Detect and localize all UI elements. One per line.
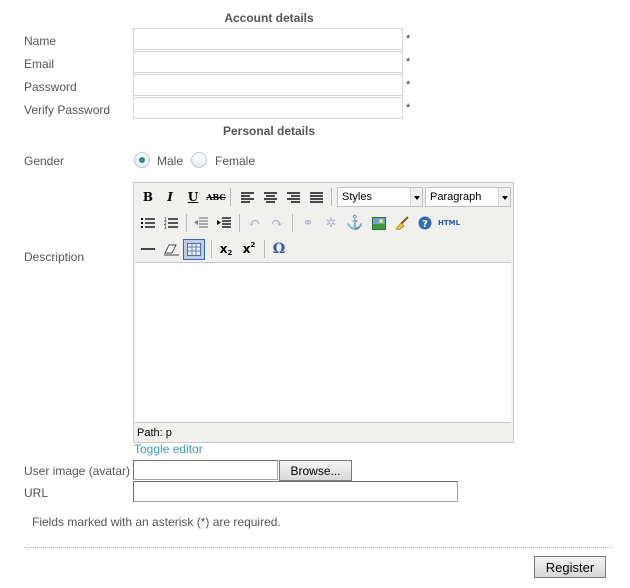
avatar-file-input[interactable]	[133, 460, 278, 480]
unlink-icon[interactable]: ✲	[321, 213, 341, 233]
url-input[interactable]	[133, 481, 458, 502]
verify-password-input[interactable]	[133, 97, 403, 119]
svg-text:?: ?	[422, 219, 428, 230]
align-center-icon[interactable]	[260, 187, 280, 207]
password-input[interactable]	[133, 74, 403, 96]
toolbar-separator	[186, 214, 187, 232]
name-required-marker: *	[406, 33, 411, 45]
email-required-marker: *	[406, 56, 411, 68]
personal-details-heading: Personal details	[222, 124, 316, 138]
required-fields-note: Fields marked with an asterisk (*) are r…	[32, 515, 281, 529]
undo-icon[interactable]: ↶	[244, 213, 264, 233]
toolbar-separator	[239, 214, 240, 232]
password-label: Password	[24, 80, 77, 94]
name-label: Name	[24, 34, 57, 48]
gender-female-label: Female	[215, 154, 256, 168]
name-input[interactable]	[133, 28, 403, 50]
html-icon[interactable]: HTML	[436, 213, 462, 233]
styles-select[interactable]: Styles	[337, 187, 423, 207]
chevron-down-icon	[410, 188, 422, 206]
remove-format-icon[interactable]	[161, 239, 181, 259]
toggle-editor-link[interactable]: Toggle editor	[134, 442, 203, 456]
form-divider	[24, 547, 612, 548]
verify-password-required-marker: *	[406, 102, 411, 114]
format-select-value: Paragraph	[430, 191, 482, 203]
gender-male-radio[interactable]	[134, 152, 150, 168]
superscript-icon[interactable]: x2	[239, 239, 259, 259]
link-icon[interactable]: ⚭	[298, 213, 318, 233]
description-editor-area[interactable]	[135, 262, 511, 423]
underline-icon[interactable]: U	[183, 187, 203, 207]
toolbar-separator	[211, 240, 212, 258]
redo-icon[interactable]: ↷	[267, 213, 287, 233]
editor-path-status: Path: p	[137, 427, 172, 439]
toolbar-separator	[264, 240, 265, 258]
align-left-icon[interactable]	[237, 187, 257, 207]
description-editor: B I U ABC Styles Paragraph 123 ↶ ↷ ⚭ ✲ ⚓	[133, 182, 514, 443]
anchor-icon[interactable]: ⚓	[345, 213, 365, 233]
bullet-list-icon[interactable]	[138, 213, 158, 233]
numbered-list-icon[interactable]: 123	[161, 213, 181, 233]
toolbar-separator	[230, 188, 231, 206]
bold-icon[interactable]: B	[138, 187, 158, 207]
description-label: Description	[24, 250, 85, 264]
register-button[interactable]: Register	[534, 556, 606, 578]
toolbar-separator	[292, 214, 293, 232]
gender-label: Gender	[24, 154, 65, 168]
email-label: Email	[24, 57, 55, 71]
styles-select-value: Styles	[342, 191, 372, 203]
special-char-icon[interactable]: Ω	[269, 239, 289, 259]
subscript-icon[interactable]: x2	[216, 239, 236, 259]
horizontal-rule-icon[interactable]	[138, 239, 158, 259]
image-icon[interactable]	[369, 213, 389, 233]
toolbar-separator	[331, 188, 332, 206]
align-justify-icon[interactable]	[306, 187, 326, 207]
cleanup-icon[interactable]	[392, 213, 412, 233]
svg-text:3: 3	[164, 225, 167, 229]
italic-icon[interactable]: I	[160, 187, 180, 207]
outdent-icon[interactable]	[191, 213, 211, 233]
url-label: URL	[24, 486, 49, 500]
account-details-heading: Account details	[224, 11, 314, 25]
verify-password-label: Verify Password	[24, 103, 111, 117]
email-input[interactable]	[133, 51, 403, 73]
align-right-icon[interactable]	[283, 187, 303, 207]
browse-button[interactable]: Browse...	[279, 460, 352, 481]
gender-male-label: Male	[157, 154, 184, 168]
strikethrough-icon[interactable]: ABC	[206, 187, 226, 207]
format-select[interactable]: Paragraph	[425, 187, 511, 207]
indent-icon[interactable]	[214, 213, 234, 233]
gender-female-radio[interactable]	[191, 152, 207, 168]
avatar-label: User image (avatar)	[24, 464, 131, 478]
password-required-marker: *	[406, 79, 411, 91]
help-icon[interactable]: ?	[415, 213, 435, 233]
chevron-down-icon	[498, 188, 510, 206]
visual-aid-icon[interactable]	[183, 239, 205, 260]
